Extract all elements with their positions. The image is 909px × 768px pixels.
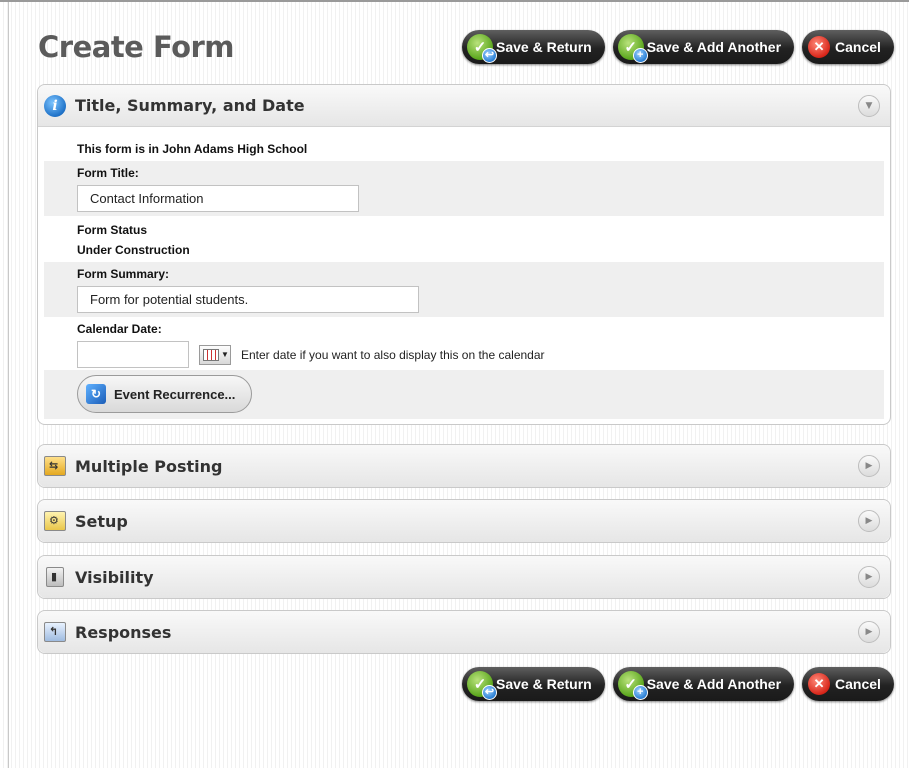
visibility-icon: ▮: [46, 567, 64, 587]
info-icon: i: [44, 94, 66, 117]
left-border: [8, 2, 9, 768]
calendar-picker-button[interactable]: ▼: [199, 344, 231, 365]
form-status-value: Under Construction: [77, 243, 190, 257]
check-icon: ✓ ↩: [467, 34, 497, 63]
event-recurrence-button[interactable]: ↻ Event Recurrence...: [77, 375, 253, 413]
setup-header[interactable]: ⚙ Setup ▶: [38, 500, 890, 542]
save-add-another-label: Save & Add Another: [646, 39, 782, 55]
title-summary-date-body: This form is in John Adams High School F…: [38, 127, 890, 429]
school-notice: This form is in John Adams High School: [77, 142, 308, 156]
chevron-right-icon[interactable]: ▶: [858, 455, 880, 477]
calendar-hint: Enter date if you want to also display t…: [241, 347, 545, 362]
cancel-button[interactable]: ✕ Cancel: [802, 30, 894, 64]
top-button-bar: ✓ ↩ Save & Return ✓ + Save & Add Another ✕…: [462, 30, 894, 64]
setup-panel: ⚙ Setup ▶: [37, 499, 891, 543]
event-recurrence-label: Event Recurrence...: [114, 386, 236, 402]
page-title: Create Form: [38, 30, 235, 64]
chevron-right-icon[interactable]: ▶: [858, 621, 880, 643]
chevron-right-icon[interactable]: ▶: [858, 510, 880, 532]
check-icon: ✓ +: [617, 671, 648, 700]
page: Create Form ✓ ↩ Save & Return ✓ + Save & A…: [0, 0, 909, 768]
responses-panel: ↰ Responses ▶: [37, 610, 891, 654]
save-return-button[interactable]: ✓ ↩ Save & Return: [462, 667, 605, 701]
multiple-posting-panel: ⇆ Multiple Posting ▶: [37, 444, 891, 488]
check-icon: ✓ ↩: [467, 671, 497, 700]
chevron-down-icon: ▼: [221, 350, 229, 359]
close-icon: ✕: [808, 673, 831, 695]
title-summary-date-header[interactable]: i Title, Summary, and Date ▼: [38, 85, 890, 127]
save-add-another-label: Save & Add Another: [646, 676, 782, 692]
cancel-label: Cancel: [835, 676, 881, 692]
folders-icon: ⇆: [44, 456, 66, 476]
setup-gear-icon: ⚙: [44, 511, 66, 531]
title-summary-date-panel: i Title, Summary, and Date ▼ This form i…: [37, 84, 891, 425]
save-add-another-button[interactable]: ✓ + Save & Add Another: [612, 667, 795, 701]
form-title-label: Form Title:: [77, 166, 139, 180]
check-icon: ✓ +: [617, 34, 648, 63]
close-icon: ✕: [808, 36, 831, 58]
calendar-date-input[interactable]: [77, 341, 189, 368]
responses-heading: Responses: [75, 622, 172, 642]
responses-icon: ↰: [44, 622, 66, 642]
cancel-button[interactable]: ✕ Cancel: [802, 667, 894, 701]
form-summary-label: Form Summary:: [77, 267, 170, 281]
recurrence-icon: ↻: [86, 384, 106, 404]
visibility-heading: Visibility: [75, 567, 154, 587]
visibility-panel: ▮ Visibility ▶: [37, 555, 891, 599]
setup-heading: Setup: [75, 511, 128, 531]
calendar-icon: [203, 348, 219, 361]
cancel-label: Cancel: [835, 39, 881, 55]
bottom-button-bar: ✓ ↩ Save & Return ✓ + Save & Add Another ✕…: [462, 667, 894, 701]
title-summary-date-heading: Title, Summary, and Date: [75, 96, 305, 115]
calendar-date-label: Calendar Date:: [77, 322, 162, 336]
chevron-down-icon[interactable]: ▼: [858, 95, 880, 117]
form-title-input[interactable]: Contact Information: [77, 185, 359, 212]
chevron-right-icon[interactable]: ▶: [858, 566, 880, 588]
form-status-label: Form Status: [77, 223, 148, 237]
multiple-posting-header[interactable]: ⇆ Multiple Posting ▶: [38, 445, 890, 487]
save-return-button[interactable]: ✓ ↩ Save & Return: [462, 30, 605, 64]
multiple-posting-heading: Multiple Posting: [75, 456, 223, 476]
responses-header[interactable]: ↰ Responses ▶: [38, 611, 890, 653]
visibility-header[interactable]: ▮ Visibility ▶: [38, 556, 890, 598]
save-add-another-button[interactable]: ✓ + Save & Add Another: [612, 30, 795, 64]
save-return-label: Save & Return: [496, 676, 592, 692]
save-return-label: Save & Return: [496, 39, 592, 55]
form-summary-input[interactable]: Form for potential students.: [77, 286, 419, 313]
